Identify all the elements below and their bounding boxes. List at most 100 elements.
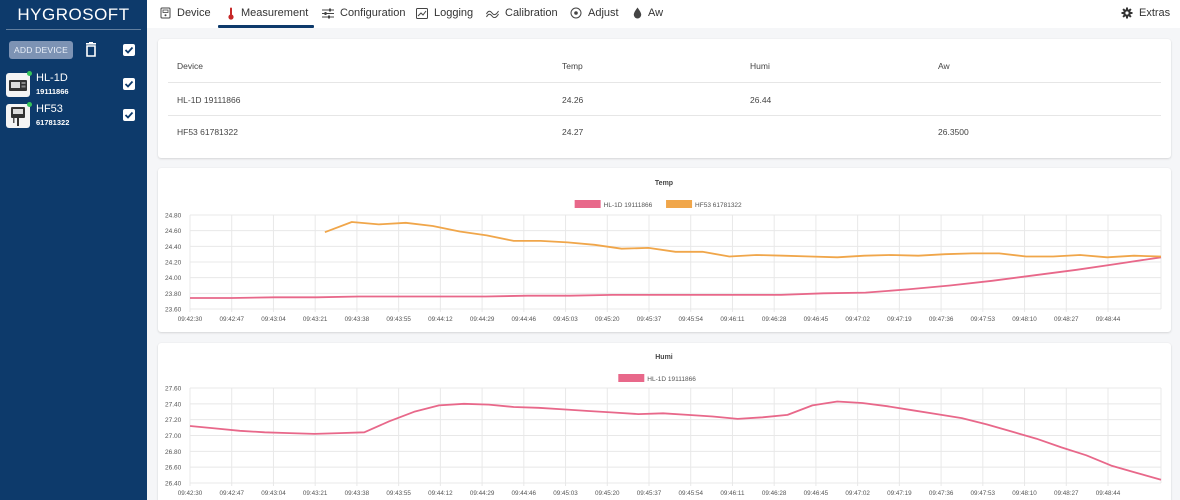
humi-chart-card: Humi HL-1D 19111866 27.60 27.40 27.20 27.00 26… [158, 343, 1171, 500]
x-tick-label: 09:48:10 [1012, 490, 1037, 497]
hl1d-device-icon [6, 73, 30, 97]
x-tick-label: 09:48:27 [1054, 316, 1079, 323]
x-tick-label: 09:42:47 [219, 490, 244, 497]
top-nav: Device Measurement Configuration Logging… [147, 0, 1180, 28]
online-status-dot [27, 102, 32, 107]
x-tick-label: 09:45:03 [553, 316, 578, 323]
x-tick-label: 09:48:44 [1096, 316, 1121, 323]
x-tick-label: 09:44:46 [512, 316, 537, 323]
trash-icon[interactable] [84, 42, 98, 58]
x-tick-label: 09:45:54 [678, 316, 703, 323]
tab-label: Device [177, 7, 211, 19]
legend-label: HL-1D 19111866 [647, 376, 696, 383]
x-tick-label: 09:47:19 [887, 316, 912, 323]
y-tick-label: 26.60 [165, 465, 182, 472]
y-tick-label: 27.00 [165, 433, 182, 440]
x-tick-label: 09:43:55 [386, 490, 411, 497]
temp-chart: Temp HL-1D 19111866 HF53 61781322 24.80 24.6… [165, 180, 1162, 323]
y-tick-label: 23.80 [165, 291, 182, 298]
tab-calibration[interactable]: Calibration [486, 0, 558, 26]
device-name: HF53 [36, 103, 63, 115]
x-tick-label: 09:47:53 [971, 490, 996, 497]
tab-device[interactable]: Device [160, 0, 211, 26]
x-tick-label: 09:46:11 [720, 490, 745, 497]
thermometer-icon [227, 7, 235, 20]
temp-series-1-line [324, 221, 1162, 259]
target-icon [570, 7, 582, 19]
x-tick-label: 09:47:02 [845, 490, 870, 497]
x-tick-label: 09:43:21 [303, 316, 328, 323]
add-device-button[interactable]: ADD DEVICE [9, 41, 73, 59]
device-item-hf53[interactable]: HF53 61781322 [0, 101, 147, 131]
x-tick-label: 09:48:10 [1012, 316, 1037, 323]
device-toolbar: ADD DEVICE [8, 40, 138, 60]
x-tick-label: 09:47:19 [887, 490, 912, 497]
tab-label: Logging [434, 7, 474, 19]
x-tick-label: 09:48:27 [1054, 490, 1079, 497]
cell-device: HL-1D 19111866 [177, 95, 241, 105]
temp-chart-title: Temp [655, 180, 673, 187]
y-tick-label: 24.20 [165, 260, 182, 267]
table-header-humi: Humi [750, 61, 770, 71]
sidebar: HYGROSOFT ADD DEVICE HL-1D 19111866 HF53… [0, 0, 147, 500]
x-tick-label: 09:46:28 [762, 316, 787, 323]
x-tick-label: 09:46:45 [804, 316, 829, 323]
x-tick-label: 09:43:04 [261, 490, 286, 497]
hf53-device-icon [6, 104, 30, 128]
device-name: HL-1D [36, 72, 68, 84]
x-tick-label: 09:46:45 [804, 490, 829, 497]
table-header-temp: Temp [562, 61, 583, 71]
x-tick-label: 09:44:29 [470, 316, 495, 323]
tab-label: Aw [648, 7, 664, 19]
x-tick-label: 09:43:55 [386, 316, 411, 323]
humi-series-0-line [189, 400, 1162, 481]
x-tick-label: 09:47:36 [929, 490, 954, 497]
tab-configuration[interactable]: Configuration [322, 0, 405, 26]
x-tick-label: 09:46:11 [720, 316, 745, 323]
measurement-table: Device Temp Humi Aw HL-1D 19111866 24.26… [158, 39, 1171, 158]
tab-measurement[interactable]: Measurement [227, 0, 308, 26]
row-divider [168, 115, 1161, 116]
select-all-checkbox[interactable] [123, 44, 135, 56]
legend-swatch [666, 200, 693, 208]
legend-label: HL-1D 19111866 [604, 202, 653, 209]
table-header-aw: Aw [938, 61, 950, 71]
x-tick-label: 09:45:20 [595, 490, 620, 497]
tab-label: Adjust [588, 7, 619, 19]
cell-temp: 24.27 [562, 127, 584, 137]
humi-chart-title: Humi [655, 354, 673, 361]
temp-chart-card: Temp HL-1D 19111866 HF53 61781322 24.80 24.6… [158, 168, 1171, 332]
extras-label: Extras [1139, 7, 1171, 19]
x-tick-label: 09:45:03 [553, 490, 578, 497]
x-tick-label: 09:47:02 [845, 316, 870, 323]
device-serial: 19111866 [36, 87, 69, 96]
y-tick-label: 26.40 [165, 481, 182, 488]
gear-icon [1121, 7, 1133, 19]
x-tick-label: 09:44:29 [470, 490, 495, 497]
sliders-icon [322, 8, 334, 19]
device-item-hl1d[interactable]: HL-1D 19111866 [0, 70, 147, 100]
y-tick-label: 24.80 [165, 213, 182, 220]
legend-swatch [574, 200, 601, 208]
tab-label: Measurement [241, 7, 309, 19]
extras-menu[interactable]: Extras [1121, 0, 1170, 26]
tab-logging[interactable]: Logging [416, 0, 473, 26]
x-tick-label: 09:45:37 [637, 490, 662, 497]
y-tick-label: 27.20 [165, 417, 182, 424]
device-checkbox[interactable] [123, 109, 135, 121]
cell-temp: 24.26 [562, 95, 584, 105]
brand-divider [6, 29, 141, 30]
y-tick-label: 26.80 [165, 449, 182, 456]
x-tick-label: 09:47:36 [929, 316, 954, 323]
tab-label: Calibration [505, 7, 558, 19]
x-tick-label: 09:46:28 [762, 490, 787, 497]
tab-aw[interactable]: Aw [633, 0, 663, 26]
device-checkbox[interactable] [123, 78, 135, 90]
x-tick-label: 09:44:12 [428, 490, 453, 497]
x-tick-label: 09:42:30 [178, 490, 203, 497]
x-tick-label: 09:42:47 [219, 316, 244, 323]
legend-swatch [618, 374, 645, 382]
device-icon [160, 7, 171, 19]
y-tick-label: 27.40 [165, 401, 182, 408]
tab-adjust[interactable]: Adjust [570, 0, 619, 26]
